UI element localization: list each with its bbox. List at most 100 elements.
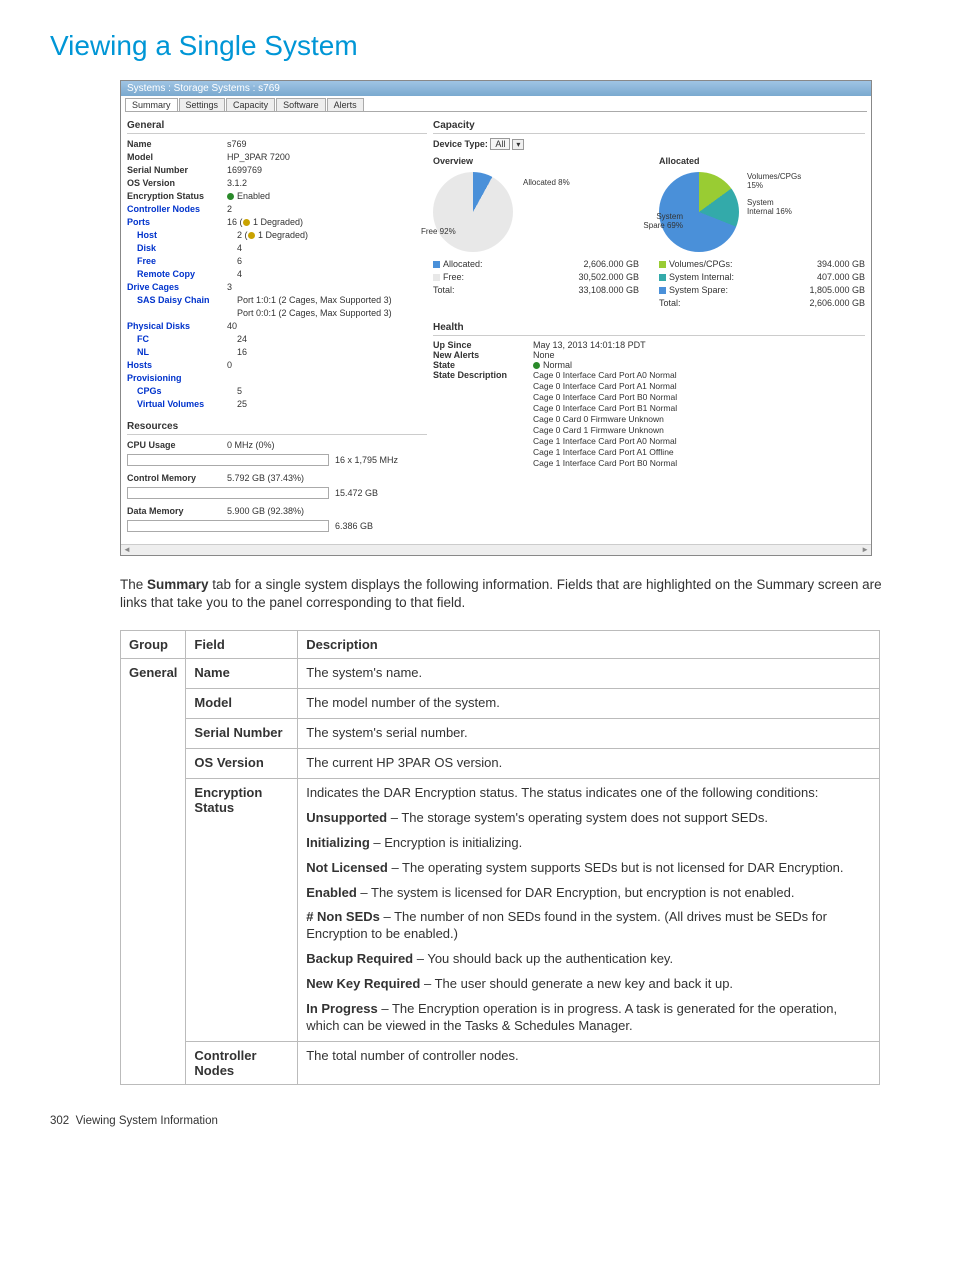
table-desc-cell: Indicates the DAR Encryption status. The… <box>298 779 880 1042</box>
general-key[interactable]: CPGs <box>127 385 237 398</box>
general-value: 16 ( 1 Degraded) <box>227 216 427 229</box>
legend-name: System Spare: <box>659 284 728 297</box>
tab-bar: Summary Settings Capacity Software Alert… <box>125 98 867 112</box>
legend-name: Allocated: <box>433 258 483 271</box>
general-key <box>127 307 237 320</box>
legend-value: 1,805.000 GB <box>809 284 865 297</box>
general-value: Port 1:0:1 (2 Cages, Max Supported 3) <box>237 294 427 307</box>
field-description-table: Group Field Description GeneralNameThe s… <box>120 630 880 1084</box>
col-description: Description <box>298 631 880 659</box>
chevron-down-icon[interactable]: ▾ <box>512 139 524 150</box>
window-titlebar: Systems : Storage Systems : s769 <box>121 81 871 96</box>
legend-value: 394.000 GB <box>817 258 865 271</box>
general-key[interactable]: Disk <box>127 242 237 255</box>
intro-paragraph: The Summary tab for a single system disp… <box>120 576 904 612</box>
cm-bar <box>127 487 329 499</box>
cpu-bar <box>127 454 329 466</box>
general-key[interactable]: SAS Daisy Chain <box>127 294 237 307</box>
general-value: 16 <box>237 346 427 359</box>
table-field-cell: Controller Nodes <box>186 1041 298 1084</box>
cpu-right: 16 x 1,795 MHz <box>335 455 398 465</box>
tab-alerts[interactable]: Alerts <box>327 98 364 111</box>
general-key[interactable]: FC <box>127 333 237 346</box>
general-value: 2 <box>227 203 427 216</box>
general-key[interactable]: NL <box>127 346 237 359</box>
health-value: May 13, 2013 14:01:18 PDT <box>533 340 865 350</box>
general-key[interactable]: Drive Cages <box>127 281 227 294</box>
legend-value: 2,606.000 GB <box>583 258 639 271</box>
health-header: Health <box>433 320 865 336</box>
cm-right: 15.472 GB <box>335 488 378 498</box>
general-key[interactable]: Provisioning <box>127 372 227 385</box>
overview-label: Overview <box>433 156 473 166</box>
cpu-label: CPU Usage <box>127 439 227 452</box>
general-value: 3.1.2 <box>227 177 427 190</box>
general-value: 5 <box>237 385 427 398</box>
alloc-pie-a-label: Volumes/CPGs 15% <box>747 172 797 190</box>
general-key: OS Version <box>127 177 227 190</box>
general-key[interactable]: Hosts <box>127 359 227 372</box>
dm-value: 5.900 GB (92.38%) <box>227 505 427 518</box>
table-desc-cell: The current HP 3PAR OS version. <box>298 749 880 779</box>
legend-value: 407.000 GB <box>817 271 865 284</box>
general-key[interactable]: Physical Disks <box>127 320 227 333</box>
tab-settings[interactable]: Settings <box>179 98 226 111</box>
overview-pie-alloc-label: Allocated 8% <box>523 178 570 187</box>
general-key[interactable]: Remote Copy <box>127 268 237 281</box>
general-header: General <box>127 118 427 134</box>
device-type-select[interactable]: All <box>490 138 510 150</box>
col-field: Field <box>186 631 298 659</box>
general-key: Name <box>127 138 227 151</box>
general-key[interactable]: Host <box>127 229 237 242</box>
allocated-legend: Volumes/CPGs:394.000 GBSystem Internal:4… <box>659 258 865 310</box>
health-key: Up Since <box>433 340 523 350</box>
table-field-cell: OS Version <box>186 749 298 779</box>
general-list: Names769ModelHP_3PAR 7200Serial Number16… <box>127 138 427 411</box>
table-group-cell <box>121 719 186 749</box>
general-value: 0 <box>227 359 427 372</box>
horizontal-scrollbar[interactable] <box>121 544 871 555</box>
health-panel: Up Since May 13, 2013 14:01:18 PDT New Ale… <box>433 340 865 469</box>
legend-value: 2,606.000 GB <box>809 297 865 310</box>
general-value: 1699769 <box>227 164 427 177</box>
general-value: s769 <box>227 138 427 151</box>
health-value: None <box>533 350 865 360</box>
legend-value: 33,108.000 GB <box>578 284 639 297</box>
health-key: State Description <box>433 370 523 469</box>
table-group-cell <box>121 779 186 1042</box>
dm-bar <box>127 520 329 532</box>
table-desc-cell: The model number of the system. <box>298 689 880 719</box>
health-value: Cage 0 Interface Card Port A0 NormalCage… <box>533 370 865 469</box>
general-key[interactable]: Virtual Volumes <box>127 398 237 411</box>
table-group-cell: General <box>121 659 186 689</box>
general-key[interactable]: Ports <box>127 216 227 229</box>
table-field-cell: Name <box>186 659 298 689</box>
general-value: 6 <box>237 255 427 268</box>
tab-capacity[interactable]: Capacity <box>226 98 275 111</box>
general-key: Serial Number <box>127 164 227 177</box>
table-field-cell: Model <box>186 689 298 719</box>
legend-name: Total: <box>433 284 455 297</box>
legend-name: Total: <box>659 297 681 310</box>
overview-legend: Allocated:2,606.000 GBFree:30,502.000 GB… <box>433 258 639 297</box>
allocated-label: Allocated <box>659 156 700 166</box>
tab-summary[interactable]: Summary <box>125 98 178 111</box>
health-key: New Alerts <box>433 350 523 360</box>
general-key[interactable]: Free <box>127 255 237 268</box>
alloc-pie-b-label: System Internal 16% <box>747 198 797 216</box>
capacity-header: Capacity <box>433 118 865 134</box>
overview-pie <box>433 172 513 252</box>
general-key: Model <box>127 151 227 164</box>
tab-software[interactable]: Software <box>276 98 326 111</box>
alloc-pie-c-label: System Spare 69% <box>643 212 683 230</box>
general-key[interactable]: Controller Nodes <box>127 203 227 216</box>
table-desc-cell: The system's serial number. <box>298 719 880 749</box>
general-value <box>227 372 427 385</box>
overview-pie-free-label: Free 92% <box>421 227 456 236</box>
legend-name: System Internal: <box>659 271 734 284</box>
summary-screenshot: Systems : Storage Systems : s769 Summary… <box>120 80 872 556</box>
cm-value: 5.792 GB (37.43%) <box>227 472 427 485</box>
general-value: 25 <box>237 398 427 411</box>
general-value: 24 <box>237 333 427 346</box>
general-value: Enabled <box>227 190 427 203</box>
